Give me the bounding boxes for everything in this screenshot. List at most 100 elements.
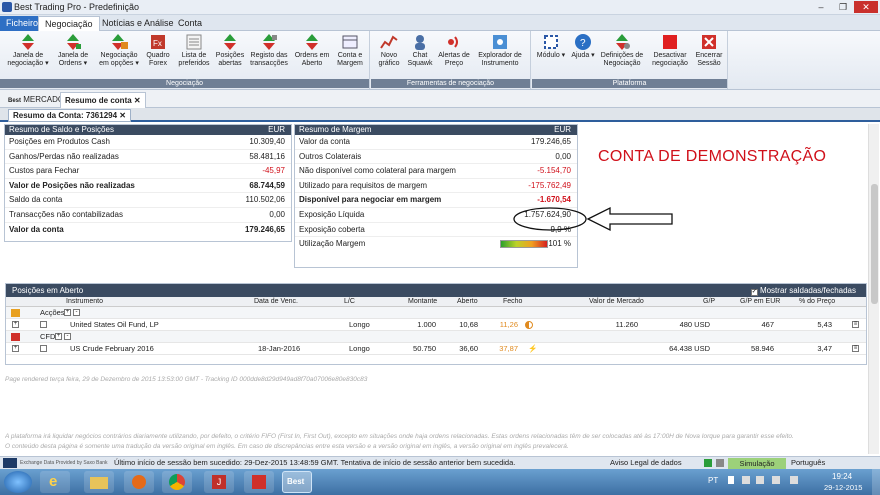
show-closed-toggle[interactable]: ✓ Mostrar saldadas/fechadas (750, 284, 856, 297)
price-alerts-button[interactable]: Alertas de Preço (437, 33, 471, 68)
table-row[interactable]: + US Crude February 2016 18-Jan-2016 Lon… (6, 343, 866, 355)
status-bar: Exchange Data Provided by Saxo Bank Últi… (0, 456, 880, 469)
media-player-icon[interactable] (124, 471, 154, 493)
ribbon-group-platform: Módulo ▾ ? Ajuda ▾ Definições de Negociaç… (532, 31, 728, 89)
checkbox-icon[interactable]: ✓ (750, 289, 758, 296)
order-window-button[interactable]: Janela de Ordens ▾ (52, 33, 94, 68)
row-detail-icon[interactable] (40, 345, 47, 352)
document-tabs: Best MERCADOS Resumo de conta ✕ (0, 90, 880, 108)
tray-network-icon[interactable] (742, 476, 750, 484)
chat-icon (415, 35, 425, 50)
chrome-icon[interactable] (162, 471, 192, 493)
fx-board-button[interactable]: Fx Quadro Forex (143, 33, 173, 68)
group-expand-icon[interactable]: + (55, 333, 62, 340)
row-expand-icon[interactable]: + (12, 345, 19, 352)
j-app-icon[interactable]: J (204, 471, 234, 493)
row-expand-icon[interactable]: + (12, 321, 19, 328)
group-collapse-icon[interactable]: - (64, 333, 71, 340)
tab-negociacao[interactable]: Negociação (38, 16, 100, 31)
group-expand-icon[interactable]: + (64, 309, 71, 316)
close-session-icon (702, 35, 716, 49)
close-subtab-icon[interactable]: ✕ (119, 111, 126, 120)
help-button[interactable]: ? Ajuda ▾ (568, 33, 598, 60)
open-positions-button[interactable]: Posições abertas (214, 33, 246, 68)
disable-trading-button[interactable]: Desactivar negociação (648, 33, 692, 68)
balance-panel: Resumo de Saldo e Posições EUR Posições e… (4, 124, 292, 242)
ie-icon[interactable]: e (40, 471, 70, 493)
show-desktop-button[interactable] (872, 469, 880, 495)
legal-notice-link[interactable]: Aviso Legal de dados (610, 457, 682, 469)
col-close[interactable]: Fecho (503, 297, 522, 307)
tab-account-summary[interactable]: Resumo de conta ✕ (60, 92, 146, 108)
tray-app-icon[interactable] (772, 476, 780, 484)
language-selector[interactable]: Português (791, 457, 825, 469)
col-side[interactable]: L/C (344, 297, 355, 307)
logout-button[interactable]: Encerrar Sessão (692, 33, 726, 68)
tab-noticias[interactable]: Notícias e Análise (96, 16, 180, 31)
col-open[interactable]: Aberto (457, 297, 478, 307)
row-action-icon[interactable]: ≡ (852, 321, 859, 328)
col-market-value[interactable]: Valor de Mercado (589, 297, 644, 307)
margin-panel: Resumo de Margem EUR Valor da conta 179.24… (294, 124, 578, 268)
balance-row: Valor da conta 179.246,65 (9, 224, 285, 234)
red-app-icon[interactable] (244, 471, 274, 493)
trading-settings-button[interactable]: Definições de Negociação (598, 33, 646, 68)
start-button[interactable] (4, 471, 32, 493)
balance-row: Transacções não contabilizadas 0,00 (5, 208, 291, 223)
svg-text:?: ? (580, 38, 586, 49)
watchlist-icon (186, 34, 202, 50)
col-pl[interactable]: G/P (703, 297, 715, 307)
group-row[interactable]: CFD + - (6, 331, 866, 343)
balance-row: Ganhos/Perdas não realizadas 58.481,16 (5, 150, 291, 165)
taskbar: e J Best PT 19:24 29-12-2015 (0, 469, 880, 495)
trade-window-button[interactable]: Janela de negociação ▾ (6, 33, 50, 68)
explorer-folder-icon[interactable] (84, 471, 114, 493)
account-margin-button[interactable]: Conta e Margem (333, 33, 367, 68)
group-collapse-icon[interactable]: - (73, 309, 80, 316)
transactions-log-button[interactable]: Registo das transacções (247, 33, 291, 68)
tray-flag-icon[interactable] (728, 476, 734, 484)
module-button[interactable]: Módulo ▾ (536, 33, 566, 60)
group-label-trading: Negociação (0, 79, 369, 88)
options-icon (112, 34, 128, 50)
stop-icon (663, 35, 677, 49)
tray-app-icon[interactable] (790, 476, 798, 484)
col-expiry[interactable]: Data de Venc. (254, 297, 298, 307)
tab-conta[interactable]: Conta (172, 16, 208, 31)
margin-row: Outros Colaterais 0,00 (295, 150, 577, 165)
vertical-scrollbar[interactable] (868, 124, 879, 454)
positions-header: Posições em Aberto ✓ Mostrar saldadas/fe… (6, 284, 866, 297)
clock-date[interactable]: 29-12-2015 (824, 483, 862, 492)
row-detail-icon[interactable] (40, 321, 47, 328)
updown-arrows-icon (22, 34, 34, 50)
tray-volume-icon[interactable] (756, 476, 764, 484)
alert-icon (448, 36, 458, 48)
col-pl-eur[interactable]: G/P em EUR (740, 297, 780, 307)
open-orders-button[interactable]: Ordens em Aberto (292, 33, 332, 68)
balance-header: Resumo de Saldo e Posições EUR (5, 125, 291, 135)
watchlist-button[interactable]: Lista de preferidos (174, 33, 214, 68)
options-trading-button[interactable]: Negociação em opções ▾ (96, 33, 142, 68)
scrollbar-thumb[interactable] (871, 184, 878, 304)
margin-header: Resumo de Margem EUR (295, 125, 577, 135)
chat-squawk-button[interactable]: Chat Squawk (405, 33, 435, 68)
page-rendered-note: Page rendered terça feira, 29 de Dezembr… (5, 376, 368, 383)
clock-time[interactable]: 19:24 (832, 472, 852, 481)
close-window-button[interactable]: ✕ (854, 1, 878, 13)
row-action-icon[interactable]: ≡ (852, 345, 859, 352)
col-amount[interactable]: Montante (408, 297, 437, 307)
col-pct-price[interactable]: % do Preço (799, 297, 835, 307)
cfd-group-icon (11, 333, 20, 341)
table-row[interactable]: + United States Oil Fund, LP Longo 1.000… (6, 319, 866, 331)
input-language[interactable]: PT (708, 476, 718, 485)
instrument-explorer-button[interactable]: Explorador de Instrumento (473, 33, 527, 68)
new-chart-button[interactable]: Novo gráfico (375, 33, 403, 68)
highlight-oval (513, 207, 587, 231)
close-tab-icon[interactable]: ✕ (134, 96, 141, 105)
best-app-icon[interactable]: Best (282, 471, 312, 493)
col-instrument[interactable]: Instrumento (66, 297, 103, 307)
group-row[interactable]: Acções + - (6, 307, 866, 319)
tab-account-summary-detail[interactable]: Resumo da Conta: 7361294 ✕ (8, 109, 131, 122)
minimize-button[interactable]: – (810, 1, 832, 13)
restore-button[interactable]: ❐ (832, 1, 854, 13)
